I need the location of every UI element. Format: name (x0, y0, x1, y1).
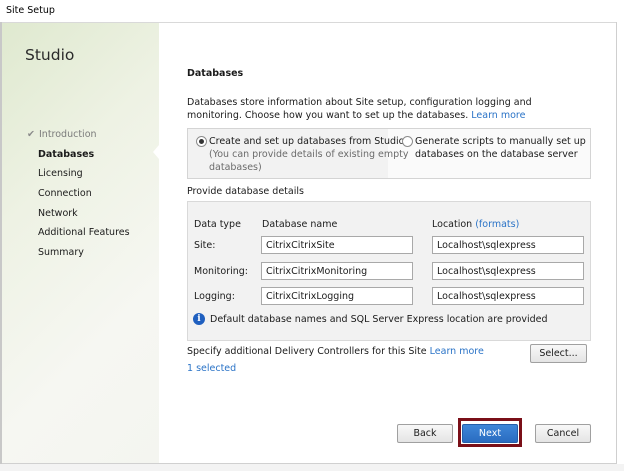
monitoring-db-name-field[interactable]: CitrixCitrixMonitoring (261, 262, 413, 280)
option-generate-label[interactable]: Generate scripts to manually set up data… (415, 135, 586, 161)
col-database-name: Database name (262, 219, 338, 230)
step-introduction: ✔ Introduction (27, 129, 97, 140)
formats-link[interactable]: (formats) (475, 219, 519, 230)
radio-generate-scripts[interactable] (402, 136, 413, 147)
row-label-logging: Logging: (194, 291, 235, 302)
col-data-type: Data type (194, 219, 241, 230)
current-step-pointer (153, 145, 159, 159)
controllers-learn-more-link[interactable]: Learn more (430, 346, 484, 357)
radio-create-databases[interactable] (196, 136, 207, 147)
step-network: Network (38, 208, 78, 219)
window-footer (0, 464, 624, 471)
learn-more-link[interactable]: Learn more (471, 110, 525, 121)
title-bar: Site Setup (0, 0, 624, 23)
logging-db-location-field[interactable]: Localhost\sqlexpress (432, 287, 584, 305)
step-licensing: Licensing (38, 168, 83, 179)
provide-details-label: Provide database details (187, 186, 304, 197)
next-button-highlight (458, 418, 522, 447)
window-outer-strip (617, 0, 624, 471)
monitoring-db-location-field[interactable]: Localhost\sqlexpress (432, 262, 584, 280)
window-title: Site Setup (6, 5, 55, 16)
col-location: Location (formats) (432, 219, 520, 230)
info-message: Default database names and SQL Server Ex… (210, 314, 548, 325)
sidebar (2, 23, 159, 463)
row-label-monitoring: Monitoring: (194, 266, 249, 277)
option-create-label[interactable]: Create and set up databases from Studio … (209, 135, 409, 174)
info-icon: i (193, 313, 205, 325)
step-additional-features: Additional Features (38, 227, 130, 238)
row-label-site: Site: (194, 240, 216, 251)
step-connection: Connection (38, 188, 92, 199)
page-heading: Databases (187, 68, 244, 79)
selected-controllers-link[interactable]: 1 selected (187, 363, 236, 374)
delivery-controllers-text: Specify additional Delivery Controllers … (187, 346, 484, 357)
back-button[interactable]: Back (397, 424, 453, 443)
database-setup-options: Create and set up databases from Studio … (187, 128, 591, 179)
check-icon: ✔ (27, 129, 35, 140)
sidebar-title: Studio (25, 46, 75, 64)
logging-db-name-field[interactable]: CitrixCitrixLogging (261, 287, 413, 305)
select-button[interactable]: Select... (530, 344, 587, 363)
cancel-button[interactable]: Cancel (535, 424, 591, 443)
step-databases: Databases (38, 149, 95, 160)
step-summary: Summary (38, 247, 84, 258)
site-db-location-field[interactable]: Localhost\sqlexpress (432, 236, 584, 254)
site-db-name-field[interactable]: CitrixCitrixSite (261, 236, 413, 254)
page-description: Databases store information about Site s… (187, 97, 532, 121)
